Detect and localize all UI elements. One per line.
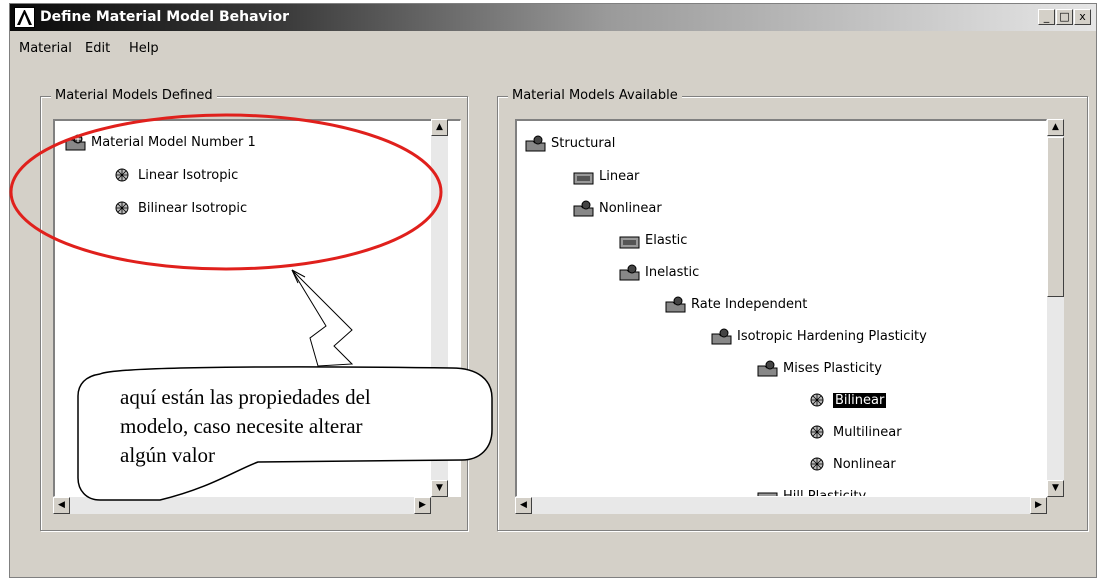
defined-horizontal-scrollbar[interactable]: ◀ ▶ <box>53 497 431 514</box>
tree-node-hill-plasticity[interactable]: Hill Plasticity <box>757 485 866 496</box>
menu-bar: Material Edit Help <box>10 38 1096 60</box>
tree-node-elastic[interactable]: Elastic <box>619 229 687 251</box>
tree-node-bilinear[interactable]: Bilinear <box>807 389 887 411</box>
tree-node-nonlinear-mises[interactable]: Nonlinear <box>807 453 896 475</box>
window-title: Define Material Model Behavior <box>40 9 289 25</box>
model-sphere-icon <box>807 390 829 410</box>
scroll-up-icon[interactable]: ▲ <box>1047 119 1064 136</box>
scroll-thumb[interactable] <box>1047 137 1064 297</box>
scroll-right-icon[interactable]: ▶ <box>1030 497 1047 514</box>
group-label-available: Material Models Available <box>508 88 682 103</box>
menu-help[interactable]: Help <box>129 41 159 56</box>
folder-open-icon <box>757 358 779 378</box>
tree-node-multilinear[interactable]: Multilinear <box>807 421 902 443</box>
folder-closed-icon <box>573 166 595 186</box>
scroll-up-icon[interactable]: ▲ <box>431 119 448 136</box>
close-button[interactable]: x <box>1074 9 1091 25</box>
annotation-line-2: modelo, caso necesite alterar <box>120 414 363 438</box>
scroll-down-icon[interactable]: ▼ <box>431 480 448 497</box>
folder-open-icon <box>619 262 641 282</box>
annotation-line-3: algún valor <box>120 443 216 467</box>
scroll-down-icon[interactable]: ▼ <box>1047 480 1064 497</box>
available-vertical-scrollbar[interactable]: ▲ ▼ <box>1047 119 1064 497</box>
tree-node-nonlinear[interactable]: Nonlinear <box>573 197 662 219</box>
dialog-window: Define Material Model Behavior _ □ x Mat… <box>9 3 1097 578</box>
title-bar[interactable]: Define Material Model Behavior _ □ x <box>10 4 1096 31</box>
menu-edit[interactable]: Edit <box>85 41 110 56</box>
scroll-left-icon[interactable]: ◀ <box>53 497 70 514</box>
folder-open-icon <box>525 133 547 153</box>
tree-node-bilinear-isotropic[interactable]: Bilinear Isotropic <box>112 197 247 219</box>
model-sphere-icon <box>807 454 829 474</box>
available-horizontal-scrollbar[interactable]: ◀ ▶ <box>515 497 1047 514</box>
tree-node-structural[interactable]: Structural <box>525 132 615 154</box>
folder-closed-icon <box>757 486 779 496</box>
scroll-left-icon[interactable]: ◀ <box>515 497 532 514</box>
model-sphere-icon <box>807 422 829 442</box>
minimize-button[interactable]: _ <box>1038 9 1055 25</box>
folder-closed-icon <box>619 230 641 250</box>
model-sphere-icon <box>112 165 134 185</box>
folder-open-icon <box>711 326 733 346</box>
tree-node-rate-independent[interactable]: Rate Independent <box>665 293 807 315</box>
scroll-right-icon[interactable]: ▶ <box>414 497 431 514</box>
tree-node-linear[interactable]: Linear <box>573 165 639 187</box>
tree-node-inelastic[interactable]: Inelastic <box>619 261 699 283</box>
material-folder-icon <box>65 132 87 152</box>
tree-node-isotropic-hardening[interactable]: Isotropic Hardening Plasticity <box>711 325 927 347</box>
menu-material[interactable]: Material <box>19 41 72 56</box>
tree-node-mises-plasticity[interactable]: Mises Plasticity <box>757 357 882 379</box>
folder-open-icon <box>665 294 687 314</box>
tree-node-material-model-1[interactable]: Material Model Number 1 <box>65 131 256 153</box>
annotation-text: aquí están las propiedades del modelo, c… <box>120 383 490 470</box>
maximize-button[interactable]: □ <box>1056 9 1073 25</box>
tree-node-linear-isotropic[interactable]: Linear Isotropic <box>112 164 238 186</box>
group-label-defined: Material Models Defined <box>51 88 217 103</box>
folder-open-icon <box>573 198 595 218</box>
ansys-logo-icon <box>14 7 35 28</box>
model-sphere-icon <box>112 198 134 218</box>
annotation-line-1: aquí están las propiedades del <box>120 385 371 409</box>
available-models-tree[interactable]: Structural Linear Nonlinear Elastic Inel… <box>515 119 1047 497</box>
